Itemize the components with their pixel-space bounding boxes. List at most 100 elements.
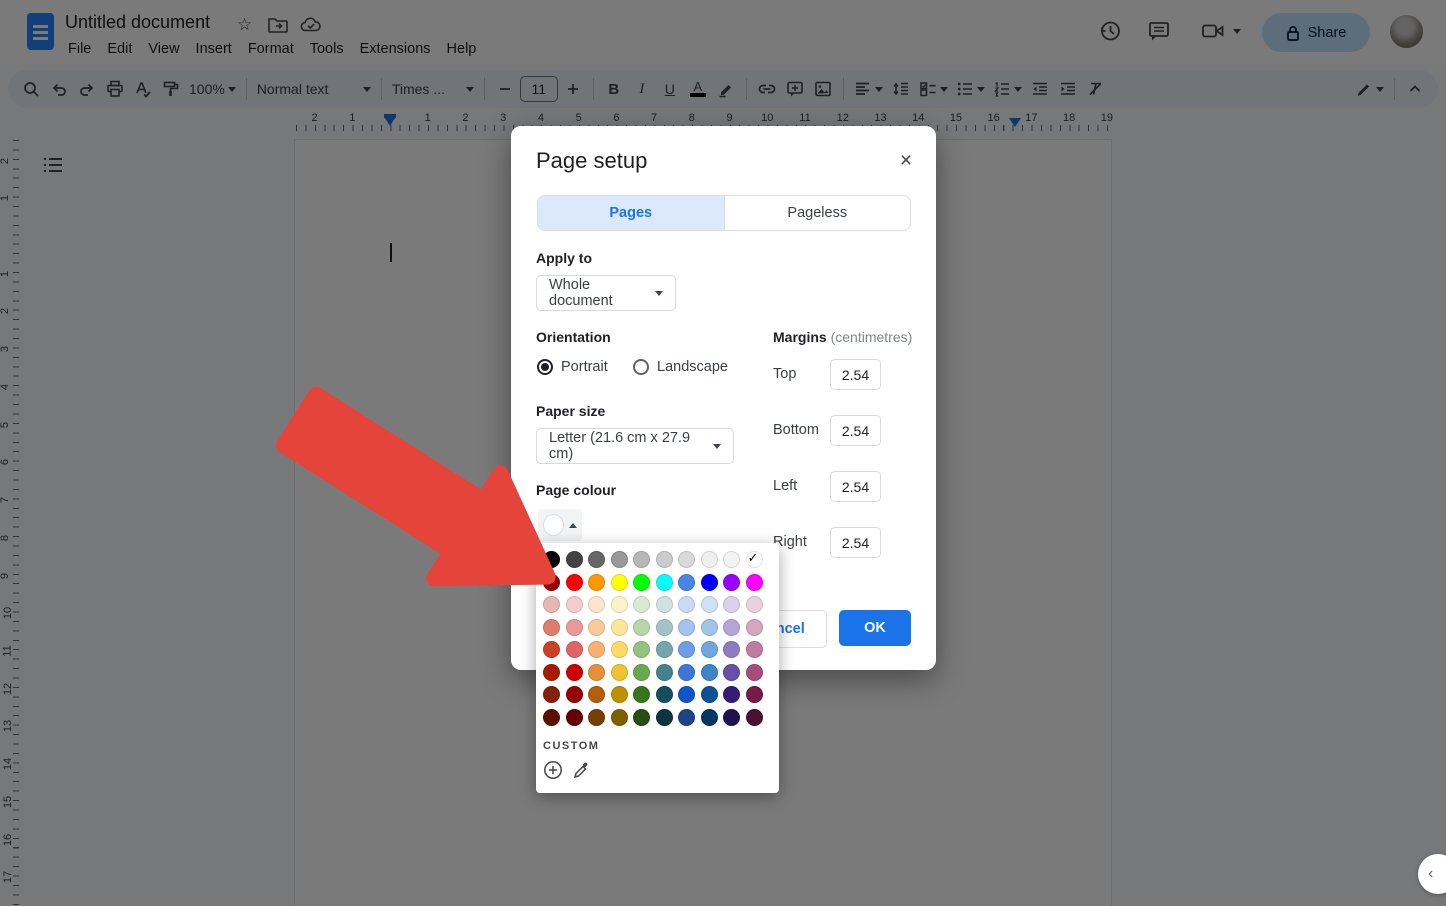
color-swatch-1c4587[interactable] (678, 708, 695, 726)
color-swatch-cc4125[interactable] (543, 641, 560, 658)
color-swatch-783f04[interactable] (588, 708, 605, 726)
color-swatch-674ea7[interactable] (723, 663, 740, 681)
color-swatch-6aa84f[interactable] (633, 663, 650, 681)
color-swatch-134f5c[interactable] (655, 686, 673, 703)
radio-unselected-icon (633, 359, 649, 375)
color-swatch-e06666[interactable] (565, 641, 583, 658)
color-swatch-c27ba0[interactable] (745, 641, 763, 658)
selected-colour-check-icon: ✓ (747, 550, 759, 565)
paper-size-caret-icon (713, 443, 721, 449)
margin-right-input[interactable] (830, 527, 881, 558)
margin-top-input[interactable] (830, 359, 881, 390)
color-swatch-a64d79[interactable] (745, 663, 763, 681)
color-swatch-6d9eeb[interactable] (678, 641, 695, 658)
color-swatch-93c47d[interactable] (633, 641, 650, 658)
color-swatch-7f6000[interactable] (610, 708, 628, 726)
add-custom-colour-button[interactable] (543, 760, 563, 785)
eyedropper-button[interactable] (572, 760, 592, 785)
color-swatch-cfe2f3[interactable] (700, 596, 718, 613)
color-swatch-d5a6bd[interactable] (745, 618, 763, 636)
color-swatch-666666[interactable] (588, 551, 605, 568)
paper-size-select[interactable]: Letter (21.6 cm x 27.9 cm) (536, 428, 734, 464)
color-swatch-351c75[interactable] (723, 686, 740, 703)
custom-colour-row (543, 760, 779, 785)
color-swatch-4a86e8[interactable] (678, 573, 695, 591)
color-swatch-1155cc[interactable] (678, 686, 695, 703)
color-swatch-f9cb9c[interactable] (588, 618, 605, 636)
dialog-title: Page setup (536, 148, 648, 173)
color-swatch-9900ff[interactable] (723, 573, 740, 591)
color-swatch-85200c[interactable] (543, 686, 560, 703)
color-swatch-20124d[interactable] (723, 708, 740, 726)
color-swatch-0c343d[interactable] (655, 708, 673, 726)
color-swatch-fce5cd[interactable] (588, 596, 605, 613)
color-swatch-f3f3f3[interactable] (723, 551, 740, 568)
color-swatch-00ff00[interactable] (633, 573, 650, 591)
color-swatch-b4a7d6[interactable] (723, 618, 740, 636)
color-swatch-ffff00[interactable] (610, 573, 628, 591)
color-swatch-ffe599[interactable] (610, 618, 628, 636)
color-swatch-b6d7a8[interactable] (633, 618, 650, 636)
color-swatch-a4c2f4[interactable] (678, 618, 695, 636)
color-swatch-0b5394[interactable] (700, 686, 718, 703)
tab-pageless[interactable]: Pageless (723, 196, 910, 230)
ok-button[interactable]: OK (839, 610, 911, 646)
tab-pages[interactable]: Pages (538, 196, 724, 230)
color-swatch-76a5af[interactable] (655, 641, 673, 658)
color-swatch-ff00ff[interactable] (745, 573, 763, 591)
color-swatch-b45f06[interactable] (588, 686, 605, 703)
color-swatch-dd7e6b[interactable] (543, 618, 560, 636)
color-swatch-d9d2e9[interactable] (723, 596, 740, 613)
color-swatch-ea9999[interactable] (565, 618, 583, 636)
color-swatch-434343[interactable] (565, 551, 583, 568)
color-swatch-4c1130[interactable] (745, 708, 763, 726)
color-swatch-ffd966[interactable] (610, 641, 628, 658)
color-swatch-ff9900[interactable] (588, 573, 605, 591)
color-swatch-f6b26b[interactable] (588, 641, 605, 658)
color-swatch-38761d[interactable] (633, 686, 650, 703)
color-swatch-6fa8dc[interactable] (700, 641, 718, 658)
radio-portrait[interactable]: Portrait (537, 359, 608, 375)
color-swatch-ead1dc[interactable] (745, 596, 763, 613)
margins-word: Margins (773, 329, 827, 345)
color-swatch-00ffff[interactable] (655, 573, 673, 591)
radio-landscape[interactable]: Landscape (633, 359, 728, 375)
color-swatch-d9d9d9[interactable] (678, 551, 695, 568)
color-swatch-b7b7b7[interactable] (633, 551, 650, 568)
color-swatch-c9daf8[interactable] (678, 596, 695, 613)
color-swatch-fff2cc[interactable] (610, 596, 628, 613)
color-swatch-073763[interactable] (700, 708, 718, 726)
color-swatch-f1c232[interactable] (610, 663, 628, 681)
color-swatch-f4cccc[interactable] (565, 596, 583, 613)
color-swatch-cc0000[interactable] (565, 663, 583, 681)
color-swatch-3d85c6[interactable] (700, 663, 718, 681)
color-swatch-ffffff[interactable]: ✓ (745, 550, 763, 568)
color-swatch-e69138[interactable] (588, 663, 605, 681)
color-swatch-9fc5e8[interactable] (700, 618, 718, 636)
color-swatch-bf9000[interactable] (610, 686, 628, 703)
color-swatch-d9ead3[interactable] (633, 596, 650, 613)
color-swatch-741b47[interactable] (745, 686, 763, 703)
color-swatch-8e7cc3[interactable] (723, 641, 740, 658)
color-swatch-cccccc[interactable] (655, 551, 673, 568)
color-swatch-3c78d8[interactable] (678, 663, 695, 681)
portrait-label: Portrait (561, 359, 608, 375)
custom-section-label: CUSTOM (543, 739, 600, 752)
color-swatch-ff0000[interactable] (565, 573, 583, 591)
close-icon[interactable]: × (893, 148, 919, 174)
color-swatch-efefef[interactable] (700, 551, 718, 568)
color-swatch-660000[interactable] (565, 708, 583, 726)
margin-bottom-input[interactable] (830, 415, 881, 446)
apply-to-select[interactable]: Whole document (536, 275, 676, 311)
color-swatch-5b0f00[interactable] (543, 708, 560, 726)
color-swatch-a61c00[interactable] (543, 663, 560, 681)
dialog-tabs: Pages Pageless (537, 195, 911, 231)
color-swatch-0000ff[interactable] (700, 573, 718, 591)
color-swatch-999999[interactable] (610, 551, 628, 568)
color-swatch-274e13[interactable] (633, 708, 650, 726)
margin-left-input[interactable] (830, 471, 881, 502)
color-swatch-990000[interactable] (565, 686, 583, 703)
color-swatch-a2c4c9[interactable] (655, 618, 673, 636)
color-swatch-45818e[interactable] (655, 663, 673, 681)
color-swatch-d0e0e3[interactable] (655, 596, 673, 613)
